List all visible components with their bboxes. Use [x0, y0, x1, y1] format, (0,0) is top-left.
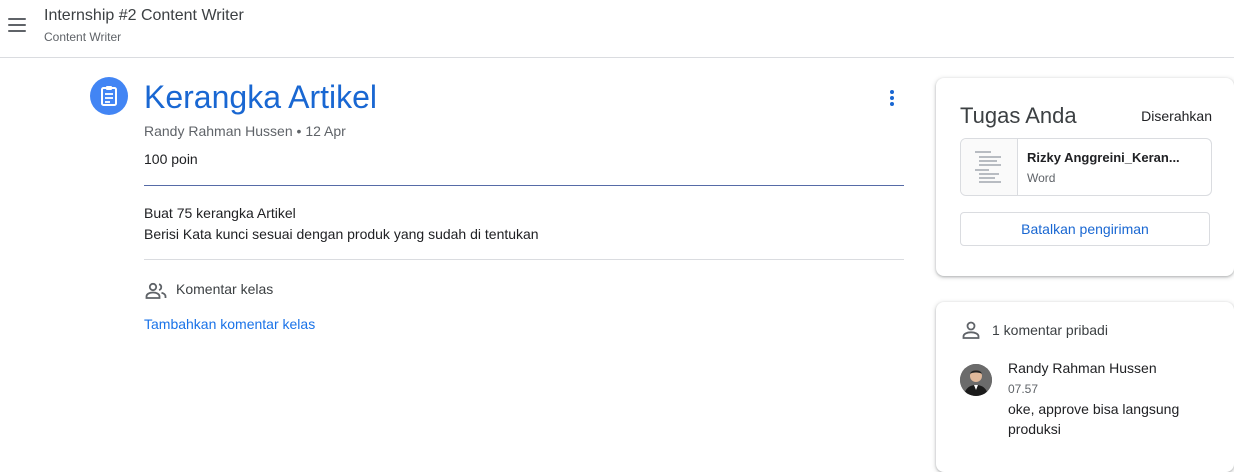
person-icon — [960, 319, 982, 341]
attachment-name: Rizky Anggreini_Keran... — [1027, 150, 1180, 165]
more-vertical-icon[interactable] — [880, 88, 904, 112]
assignment-description: Buat 75 kerangka Artikel Berisi Kata kun… — [144, 203, 539, 245]
class-title[interactable]: Internship #2 Content Writer — [44, 7, 244, 25]
class-subtitle: Content Writer — [44, 30, 122, 44]
add-class-comment-link[interactable]: Tambahkan komentar kelas — [144, 316, 315, 332]
submission-status: Diserahkan — [1141, 108, 1212, 124]
assignment-icon — [90, 77, 128, 115]
comment-text: oke, approve bisa langsung produksi — [1008, 401, 1180, 437]
comment-time: 07.57 — [1008, 382, 1039, 396]
class-comments-label: Komentar kelas — [176, 281, 274, 297]
assignment-meta: Randy Rahman Hussen • 12 Apr — [144, 123, 346, 139]
avatar — [960, 364, 992, 396]
private-comments-count: 1 komentar pribadi — [992, 322, 1108, 338]
private-comments-card: 1 komentar pribadi Randy Rahman Hussen 0… — [936, 302, 1234, 472]
document-thumbnail-icon — [961, 139, 1018, 195]
people-icon — [144, 279, 168, 303]
divider — [144, 185, 904, 186]
description-line: Berisi Kata kunci sesuai dengan produk y… — [144, 226, 539, 242]
attachment-file[interactable]: Rizky Anggreini_Keran... Word — [960, 138, 1212, 196]
top-app-bar: Internship #2 Content Writer Content Wri… — [0, 0, 1234, 58]
attachment-type: Word — [1027, 171, 1056, 185]
your-work-title: Tugas Anda — [960, 103, 1077, 128]
your-work-card: Tugas Anda Diserahkan Rizky Anggreini_Ke… — [936, 78, 1234, 276]
assignment-title: Kerangka Artikel — [144, 79, 378, 115]
assignment-points: 100 poin — [144, 151, 198, 167]
unsubmit-button[interactable]: Batalkan pengiriman — [960, 212, 1210, 246]
description-line: Buat 75 kerangka Artikel — [144, 205, 296, 221]
hamburger-menu-icon[interactable] — [6, 14, 28, 36]
comment-author: Randy Rahman Hussen — [1008, 360, 1157, 376]
divider — [144, 259, 904, 260]
